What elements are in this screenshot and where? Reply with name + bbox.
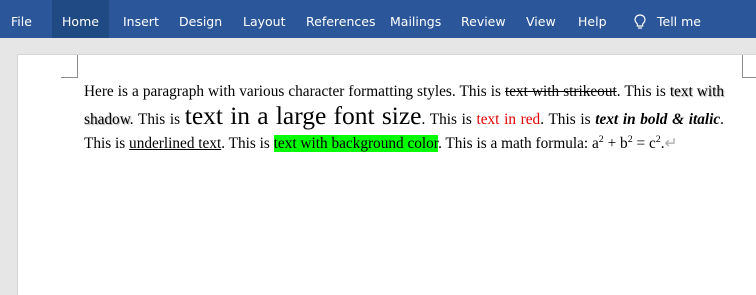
document-page[interactable]: Here is a paragraph with various charact… xyxy=(17,54,756,295)
underlined-text: underlined text xyxy=(129,135,222,152)
body-text: . This is a math formula: a xyxy=(438,135,599,152)
tab-review[interactable]: Review xyxy=(461,0,506,38)
tab-help[interactable]: Help xyxy=(578,0,607,38)
tab-references[interactable]: References xyxy=(306,0,375,38)
tab-design[interactable]: Design xyxy=(179,0,222,38)
highlighted-text: text with background color xyxy=(273,135,439,152)
lightbulb-icon[interactable] xyxy=(633,14,647,30)
ribbon-bar: File Home Insert Design Layout Reference… xyxy=(0,0,756,38)
document-paragraph[interactable]: Here is a paragraph with various charact… xyxy=(84,80,724,156)
tab-mailings[interactable]: Mailings xyxy=(390,0,441,38)
red-text: text in red xyxy=(476,111,541,128)
tab-view[interactable]: View xyxy=(526,0,556,38)
tab-layout[interactable]: Layout xyxy=(243,0,286,38)
body-text: . This is xyxy=(221,135,274,152)
tab-file[interactable]: File xyxy=(11,0,32,38)
large-font-text: text in a large font size xyxy=(184,101,422,130)
strikeout-text: text with strikeout xyxy=(504,83,617,100)
body-text: + b xyxy=(603,135,628,152)
body-text: = c xyxy=(632,135,656,152)
tab-insert[interactable]: Insert xyxy=(123,0,159,38)
body-text: . This is xyxy=(540,111,596,128)
tell-me-search[interactable]: Tell me xyxy=(657,0,701,38)
body-text: . This is xyxy=(129,111,185,128)
bold-italic-text: text in bold & italic xyxy=(595,111,721,128)
margin-corner-mark xyxy=(61,55,78,78)
tab-home[interactable]: Home xyxy=(52,0,109,38)
paragraph-mark: ↵ xyxy=(664,135,678,152)
body-text: Here is a paragraph with various charact… xyxy=(84,83,505,100)
body-text: . This is xyxy=(616,83,670,100)
body-text: . This is xyxy=(421,111,477,128)
margin-corner-mark xyxy=(742,55,756,78)
